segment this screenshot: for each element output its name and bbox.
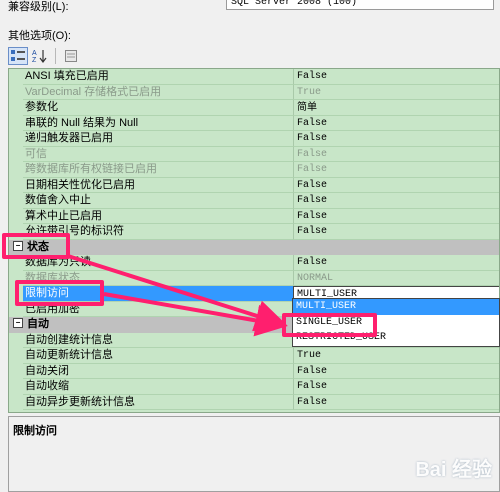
property-row[interactable]: 自动关闭 False bbox=[9, 363, 499, 379]
property-row[interactable]: ANSI 填充已启用 False bbox=[9, 69, 499, 85]
property-value[interactable]: False bbox=[293, 394, 499, 410]
property-value[interactable]: True bbox=[293, 348, 499, 364]
property-row[interactable]: 跨数据库所有权链接已启用 False bbox=[9, 162, 499, 178]
property-value[interactable]: False bbox=[293, 131, 499, 147]
property-row[interactable]: 参数化 简单 bbox=[9, 100, 499, 116]
compat-level-select[interactable]: SQL Server 2008 (100) bbox=[226, 0, 494, 10]
other-options-label: 其他选项(O): bbox=[8, 30, 71, 42]
property-name: 跨数据库所有权链接已启用 bbox=[23, 162, 293, 178]
svg-text:Z: Z bbox=[32, 57, 37, 63]
property-row[interactable]: 串联的 Null 结果为 Null False bbox=[9, 115, 499, 131]
property-pages-icon bbox=[65, 50, 77, 62]
category-row-state[interactable]: − 状态 bbox=[9, 239, 499, 255]
property-name: 自动关闭 bbox=[23, 364, 293, 379]
property-value[interactable]: NORMAL bbox=[293, 270, 499, 286]
property-pages-button[interactable] bbox=[61, 47, 81, 65]
description-title: 限制访问 bbox=[13, 425, 57, 437]
property-row[interactable]: 自动收缩 False bbox=[9, 379, 499, 395]
property-row[interactable]: VarDecimal 存储格式已启用 True bbox=[9, 84, 499, 100]
property-row[interactable]: 算术中止已启用 False bbox=[9, 208, 499, 224]
property-name: 算术中止已启用 bbox=[23, 209, 293, 224]
property-name: ANSI 填充已启用 bbox=[23, 69, 293, 85]
sort-az-icon: A Z bbox=[32, 50, 47, 63]
categorized-view-button[interactable] bbox=[8, 47, 28, 65]
property-row[interactable]: 可信 False bbox=[9, 146, 499, 162]
property-name: 自动更新统计信息 bbox=[23, 348, 293, 364]
property-toolbar: A Z bbox=[8, 46, 81, 66]
property-value[interactable]: False bbox=[293, 208, 499, 224]
property-name: 自动异步更新统计信息 bbox=[23, 395, 293, 410]
collapse-icon[interactable]: − bbox=[13, 318, 23, 329]
property-name: 自动创建统计信息 bbox=[23, 333, 293, 348]
property-row[interactable]: 自动更新统计信息 True bbox=[9, 348, 499, 364]
property-value[interactable]: False bbox=[293, 177, 499, 193]
property-row[interactable]: 自动异步更新统计信息 False bbox=[9, 394, 499, 410]
property-name: 参数化 bbox=[23, 100, 293, 116]
compat-level-label: 兼容级别(L): bbox=[8, 1, 69, 13]
annotation-box-state bbox=[2, 233, 70, 259]
property-value[interactable]: True bbox=[293, 84, 499, 100]
property-name: 自动收缩 bbox=[23, 379, 293, 395]
property-row[interactable]: 日期相关性优化已启用 False bbox=[9, 177, 499, 193]
alphabetical-view-button[interactable]: A Z bbox=[30, 47, 50, 65]
property-value[interactable]: False bbox=[293, 162, 499, 178]
property-row[interactable]: 数值舍入中止 False bbox=[9, 193, 499, 209]
property-name: 日期相关性优化已启用 bbox=[23, 178, 293, 193]
property-value[interactable]: 简单 bbox=[293, 100, 499, 116]
property-grid[interactable]: ANSI 填充已启用 False VarDecimal 存储格式已启用 True 参… bbox=[8, 68, 500, 413]
svg-text:A: A bbox=[32, 50, 37, 57]
property-name: 递归触发器已启用 bbox=[23, 131, 293, 147]
property-name: 串联的 Null 结果为 Null bbox=[23, 116, 293, 131]
property-row[interactable]: 允许带引号的标识符 False bbox=[9, 224, 499, 240]
property-name: VarDecimal 存储格式已启用 bbox=[23, 85, 293, 100]
property-value[interactable]: False bbox=[293, 69, 499, 85]
property-value[interactable]: False bbox=[293, 363, 499, 379]
property-value[interactable]: False bbox=[293, 255, 499, 271]
annotation-box-single-user bbox=[282, 313, 377, 337]
property-value[interactable]: False bbox=[293, 146, 499, 162]
category-label: 自动 bbox=[27, 318, 49, 330]
toolbar-separator bbox=[55, 48, 56, 64]
property-value[interactable]: False bbox=[293, 115, 499, 131]
property-value[interactable]: False bbox=[293, 379, 499, 395]
property-value[interactable]: False bbox=[293, 224, 499, 240]
annotation-box-restrict-access bbox=[15, 280, 104, 306]
property-row[interactable]: 递归触发器已启用 False bbox=[9, 131, 499, 147]
property-name: 数值舍入中止 bbox=[23, 193, 293, 209]
property-value[interactable]: False bbox=[293, 193, 499, 209]
categorized-icon bbox=[11, 50, 25, 61]
property-row[interactable]: 数据库为只读 False bbox=[9, 255, 499, 271]
property-name: 可信 bbox=[23, 147, 293, 162]
baidu-watermark: Bai 经验 bbox=[415, 459, 492, 481]
